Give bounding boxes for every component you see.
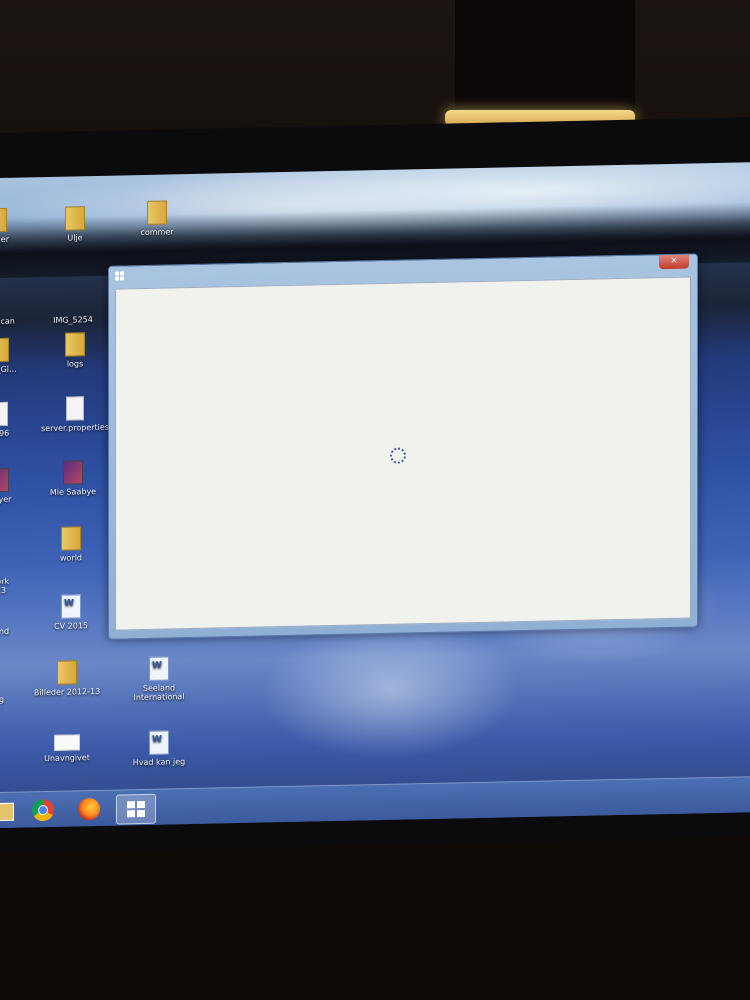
- desktop-icon-label: nt_Scan: [0, 316, 15, 327]
- envelope-icon: [54, 734, 80, 751]
- desktop-icon[interactable]: Billeder 2012-13: [32, 660, 102, 697]
- desktop-icon-label: mmer: [0, 234, 9, 245]
- media-icon: [63, 460, 83, 485]
- desktop-icon-label: Work _13: [0, 576, 10, 596]
- wallpaper-water-glare: [260, 617, 520, 763]
- file-explorer-icon: [0, 802, 14, 822]
- desktop-icon-label: IMG_5254: [53, 315, 93, 325]
- desktop-icon[interactable]: pand: [0, 599, 34, 636]
- folder-icon: [57, 660, 77, 685]
- media-icon: [0, 467, 9, 493]
- desktop-icon-label: CV 2015: [54, 621, 88, 631]
- desktop-icon[interactable]: 1496: [0, 401, 34, 438]
- app-window[interactable]: ×: [108, 253, 698, 640]
- desktop-icon-label: Mie Saabye: [49, 486, 97, 497]
- firefox-icon: [78, 797, 100, 821]
- word-document-icon: [149, 656, 169, 681]
- desktop-icon[interactable]: world: [36, 526, 106, 563]
- folder-icon: [65, 332, 85, 357]
- desktop-icon-label: Unavngivet: [44, 753, 90, 764]
- loading-spinner-icon: [390, 447, 406, 464]
- window-content-area: [115, 276, 691, 631]
- desktop-icon-label: Player: [0, 494, 12, 505]
- word-document-icon: [149, 730, 169, 755]
- folder-icon: [147, 200, 167, 225]
- desktop-icon[interactable]: mmer: [0, 207, 32, 244]
- taskbar-file-explorer-button[interactable]: [0, 797, 18, 826]
- desktop-icon[interactable]: server.properties: [40, 396, 110, 433]
- folder-icon: [65, 206, 85, 231]
- desktop-icon[interactable]: nt_Scan: [0, 289, 34, 327]
- desktop-icon[interactable]: Work _13: [0, 531, 34, 595]
- desktop-icon[interactable]: Ulje: [40, 206, 110, 243]
- desktop-icon-label: Ulje: [67, 233, 83, 243]
- folder-icon: [61, 526, 81, 551]
- folder-icon: [0, 207, 7, 233]
- desktop-icon-label: Billeder 2012-13: [33, 686, 101, 698]
- chrome-icon: [32, 798, 54, 822]
- desktop-icon-label: Hvad kan jeg: [132, 757, 186, 768]
- document-icon: [66, 396, 84, 421]
- desktop-icon[interactable]: Seeland International: [124, 656, 194, 702]
- desktop-screen: mmer Ulje commer nt_Scan IMG_5254 016_Gl…: [0, 162, 750, 828]
- desktop-icon[interactable]: CV 2015: [36, 594, 106, 631]
- desktop-icon[interactable]: Unavngivet: [32, 734, 102, 763]
- desktop-icon[interactable]: commer: [122, 200, 192, 237]
- desktop-icon[interactable]: logs: [40, 332, 110, 369]
- windows-logo-icon: [115, 271, 125, 281]
- desktop-icon[interactable]: Player: [0, 467, 34, 504]
- close-button[interactable]: ×: [659, 254, 689, 270]
- desktop-icon-label: logs: [66, 359, 84, 369]
- windows-logo-icon: [117, 795, 155, 818]
- folder-icon: [0, 337, 9, 363]
- desktop-icon[interactable]: ng: [0, 667, 34, 704]
- taskbar-chrome-button[interactable]: [28, 796, 58, 825]
- desktop-icon[interactable]: Mie Saabye: [38, 460, 108, 497]
- desktop-icon-label: 1496: [0, 428, 10, 439]
- desktop-icon-label: 016_Gl...: [0, 364, 17, 375]
- desktop-icon[interactable]: Hvad kan jeg: [124, 730, 194, 767]
- document-icon: [0, 401, 8, 427]
- desktop-icon-label: Seeland International: [133, 683, 185, 703]
- desktop-icon-label: ng: [0, 694, 5, 705]
- background-panel: [455, 0, 635, 110]
- taskbar-windows-app-button[interactable]: [116, 793, 156, 825]
- desktop-icon-label: pand: [0, 626, 10, 637]
- desktop-icon[interactable]: IMG_5254: [38, 288, 108, 325]
- photo-scene: mmer Ulje commer nt_Scan IMG_5254 016_Gl…: [0, 0, 750, 1000]
- desktop-icon[interactable]: 016_Gl...: [0, 337, 34, 374]
- taskbar-firefox-button[interactable]: [74, 795, 104, 824]
- word-document-icon: [61, 594, 81, 619]
- desktop-icon-label: world: [59, 553, 83, 563]
- desktop-icon-label: commer: [140, 227, 174, 238]
- desktop-icon-label: server.properties: [41, 422, 109, 434]
